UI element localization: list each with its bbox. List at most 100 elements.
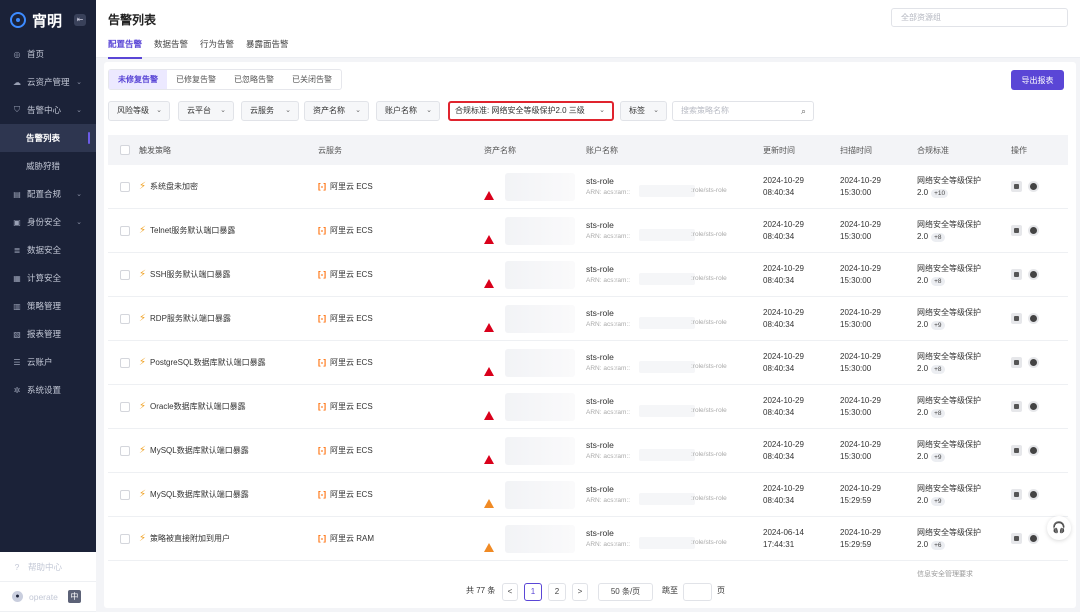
detail-icon[interactable] (1011, 489, 1022, 500)
tag-filter[interactable]: 标签 ⌄ (620, 101, 667, 121)
more-standards-badge[interactable]: +8 (931, 277, 945, 286)
user-item[interactable]: ● operate 中 (0, 582, 96, 612)
row-checkbox[interactable] (120, 270, 130, 280)
row-checkbox[interactable] (120, 446, 130, 456)
policy-name[interactable]: MySQL数据库默认端口暴露 (150, 489, 249, 500)
ignore-icon[interactable] (1028, 225, 1039, 236)
policy-name[interactable]: RDP服务默认端口暴露 (150, 313, 231, 324)
next-page-button[interactable]: > (572, 583, 588, 601)
row-checkbox[interactable] (120, 314, 130, 324)
ignore-icon[interactable] (1028, 357, 1039, 368)
detail-icon[interactable] (1011, 313, 1022, 324)
page-1-button[interactable]: 1 (524, 583, 542, 601)
ignore-icon[interactable] (1028, 401, 1039, 412)
ignore-icon[interactable] (1028, 533, 1039, 544)
policy-name[interactable]: 策略被直接附加到用户 (150, 533, 230, 544)
detail-icon[interactable] (1011, 225, 1022, 236)
ignore-icon[interactable] (1028, 313, 1039, 324)
detail-icon[interactable] (1011, 533, 1022, 544)
row-checkbox[interactable] (120, 490, 130, 500)
status-tab-0[interactable]: 未修复告警 (109, 70, 167, 89)
table-row[interactable]: ⚡PostgreSQL数据库默认端口暴露[-]阿里云 ECSsts-roleAR… (108, 341, 1068, 385)
sidebar-item[interactable]: ▧ 报表管理 (0, 320, 96, 348)
table-row[interactable]: ⚡Telnet服务默认端口暴露[-]阿里云 ECSsts-roleARN: ac… (108, 209, 1068, 253)
tab-0[interactable]: 配置告警 (108, 38, 143, 59)
row-checkbox[interactable] (120, 402, 130, 412)
detail-icon[interactable] (1011, 269, 1022, 280)
resource-group-select[interactable]: 全部资源组 (891, 8, 1068, 27)
table-row[interactable]: ⚡Oracle数据库默认端口暴露[-]阿里云 ECSsts-roleARN: a… (108, 385, 1068, 429)
service-filter[interactable]: 云服务 ⌄ (241, 101, 299, 121)
ignore-icon[interactable] (1028, 269, 1039, 280)
ignore-icon[interactable] (1028, 489, 1039, 500)
detail-icon[interactable] (1011, 181, 1022, 192)
tab-2[interactable]: 行为告警 (200, 38, 234, 59)
page-size-select[interactable]: 50 条/页 (598, 583, 653, 601)
select-all-checkbox[interactable] (120, 145, 130, 155)
platform-filter[interactable]: 云平台 ⌄ (178, 101, 234, 121)
row-checkbox[interactable] (120, 534, 130, 544)
more-standards-badge[interactable]: +9 (931, 497, 945, 506)
tab-1[interactable]: 数据告警 (154, 38, 188, 59)
collapse-icon[interactable]: ⇤ (74, 14, 86, 26)
status-tab-3[interactable]: 已关闭告警 (283, 70, 341, 89)
detail-icon[interactable] (1011, 357, 1022, 368)
compliance-filter[interactable]: 合规标准: 网络安全等级保护2.0 三级 ⌄ (448, 101, 614, 121)
more-standards-badge[interactable]: +6 (931, 541, 945, 550)
policy-name[interactable]: Telnet服务默认端口暴露 (150, 225, 235, 236)
sidebar-item[interactable]: ▣ 身份安全 ⌄ (0, 208, 96, 236)
ignore-icon[interactable] (1028, 445, 1039, 456)
detail-icon[interactable] (1011, 401, 1022, 412)
support-headset-icon[interactable]: 🎧 (1047, 516, 1071, 540)
ignore-icon[interactable] (1028, 181, 1039, 192)
tab-3[interactable]: 暴露面告警 (246, 38, 289, 59)
sidebar-item[interactable]: ☰ 云账户 (0, 348, 96, 376)
table-row[interactable]: ⚡系统盘未加密 [-] 阿里云 ECS sts-roleARN: acs:ram:::… (108, 165, 1068, 209)
more-standards-badge[interactable]: +8 (931, 409, 945, 418)
search-icon[interactable]: ⌕ (801, 102, 806, 120)
policy-name[interactable]: PostgreSQL数据库默认端口暴露 (150, 357, 266, 368)
row-checkbox[interactable] (120, 226, 130, 236)
status-tab-1[interactable]: 已修复告警 (167, 70, 225, 89)
language-toggle[interactable]: 中 (67, 590, 81, 603)
help-center-item[interactable]: ? 帮助中心 (0, 552, 96, 582)
table-row[interactable]: ⚡MySQL数据库默认端口暴露[-]阿里云 ECSsts-roleARN: ac… (108, 429, 1068, 473)
sidebar-item[interactable]: ⛉ 告警中心 ⌄ (0, 96, 96, 124)
policy-name[interactable]: SSH服务默认端口暴露 (150, 269, 230, 280)
table-row[interactable]: ⚡RDP服务默认端口暴露[-]阿里云 ECSsts-roleARN: acs:r… (108, 297, 1068, 341)
sidebar-item[interactable]: 告警列表 (0, 124, 96, 152)
sidebar-item[interactable]: ◎ 首页 (0, 40, 96, 68)
brand[interactable]: 宵明 ⇤ (0, 0, 96, 40)
status-tab-2[interactable]: 已忽略告警 (225, 70, 283, 89)
sidebar-item[interactable]: ▦ 计算安全 (0, 264, 96, 292)
sidebar-item[interactable]: 威胁狩猎 (0, 152, 96, 180)
row-checkbox[interactable] (120, 358, 130, 368)
policy-name[interactable]: Oracle数据库默认端口暴露 (150, 401, 246, 412)
detail-icon[interactable] (1011, 445, 1022, 456)
policy-name[interactable]: 系统盘未加密 (150, 181, 198, 192)
risk-level-filter[interactable]: 风险等级 ⌄ (108, 101, 170, 121)
more-standards-badge[interactable]: +8 (931, 365, 945, 374)
sidebar-item[interactable]: ▤ 配置合规 ⌄ (0, 180, 96, 208)
sidebar-item[interactable]: ✲ 系统设置 (0, 376, 96, 404)
row-checkbox[interactable] (120, 182, 130, 192)
account-name-filter[interactable]: 账户名称 ⌄ (376, 101, 440, 121)
more-standards-badge[interactable]: +9 (931, 453, 945, 462)
policy-search-input[interactable]: 搜索策略名称 ⌕ (672, 101, 814, 121)
table-row[interactable]: ⚡MySQL数据库默认端口暴露[-]阿里云 ECSsts-roleARN: ac… (108, 473, 1068, 517)
more-standards-badge[interactable]: +9 (931, 321, 945, 330)
more-standards-badge[interactable]: +8 (931, 233, 945, 242)
sidebar-item[interactable]: ☁ 云资产管理 ⌄ (0, 68, 96, 96)
export-report-button[interactable]: 导出报表 (1011, 70, 1064, 90)
goto-page-input[interactable] (683, 583, 712, 601)
sidebar-item[interactable]: ≣ 数据安全 (0, 236, 96, 264)
table-row[interactable]: ⚡策略被直接附加到用户[-]阿里云 RAMsts-roleARN: acs:ra… (108, 517, 1068, 561)
more-standards-badge[interactable]: +10 (931, 189, 949, 198)
policy-name[interactable]: MySQL数据库默认端口暴露 (150, 445, 249, 456)
prev-page-button[interactable]: < (502, 583, 518, 601)
id-icon: ▣ (13, 217, 21, 227)
table-row[interactable]: ⚡SSH服务默认端口暴露[-]阿里云 ECSsts-roleARN: acs:r… (108, 253, 1068, 297)
page-2-button[interactable]: 2 (548, 583, 566, 601)
sidebar-item[interactable]: ▥ 策略管理 (0, 292, 96, 320)
asset-name-filter[interactable]: 资产名称 ⌄ (304, 101, 369, 121)
